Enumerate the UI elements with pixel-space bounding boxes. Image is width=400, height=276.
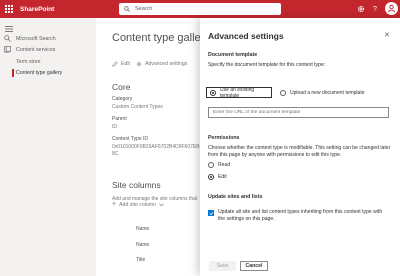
nav-item-label: Content services	[16, 46, 56, 53]
radio-selected-icon	[208, 174, 214, 180]
panel-title: Advanced settings	[208, 31, 284, 41]
radio-selected-icon	[210, 89, 216, 96]
update-sites-checkbox[interactable]	[208, 210, 214, 216]
search-box[interactable]: Search	[119, 3, 281, 15]
upload-template-label: Upload a new document template	[290, 89, 365, 96]
use-existing-template-option[interactable]: Use an existing template	[206, 86, 272, 99]
permissions-heading: Permissions	[208, 135, 240, 141]
settings-gear-icon[interactable]	[355, 3, 367, 15]
app-name[interactable]: SharePoint	[20, 6, 54, 13]
search-icon	[4, 35, 11, 42]
use-existing-template-label: Use an existing template	[220, 86, 255, 99]
help-icon[interactable]: ?	[369, 3, 381, 15]
template-url-input[interactable]	[208, 107, 389, 118]
save-button[interactable]: Save	[209, 261, 236, 271]
user-avatar-icon[interactable]	[385, 2, 398, 15]
search-icon	[124, 6, 130, 12]
radio-unselected-icon	[208, 162, 214, 168]
nav-item-microsoft-search[interactable]: Microsoft Search	[4, 35, 56, 42]
app-launcher-icon[interactable]	[0, 0, 18, 18]
advanced-settings-panel: Advanced settings ✕ Document template Sp…	[200, 18, 400, 276]
nav-sub-content-type-gallery[interactable]: Content type gallery	[16, 70, 62, 76]
panel-overlay	[96, 18, 200, 276]
nav-item-content-services[interactable]: Content services	[4, 46, 55, 53]
document-template-heading: Document template	[208, 52, 258, 58]
active-indicator	[12, 69, 14, 77]
checkmark-icon	[209, 211, 213, 215]
radio-unselected-icon	[280, 89, 286, 96]
close-icon[interactable]: ✕	[384, 31, 390, 39]
hamburger-icon[interactable]	[5, 26, 13, 32]
cancel-button[interactable]: Cancel	[240, 261, 268, 271]
document-template-description: Specify the document template for this c…	[208, 62, 326, 68]
document-stack-icon	[4, 46, 11, 53]
search-placeholder: Search	[135, 6, 153, 12]
suite-header: SharePoint Search ?	[0, 0, 400, 18]
update-sites-label: Update all site and list content types i…	[218, 209, 383, 222]
permission-read-option[interactable]: Read	[208, 162, 230, 168]
upload-template-option[interactable]: Upload a new document template	[277, 87, 365, 98]
nav-sub-term-store[interactable]: Term store	[16, 59, 41, 65]
read-label: Read	[218, 162, 231, 168]
permissions-description-2: from this page by anyone with permission…	[208, 152, 342, 158]
edit-label: Edit	[218, 174, 227, 180]
update-sites-heading: Update sites and lists	[208, 194, 263, 200]
permissions-description-1: Choose whether the content type is modif…	[208, 145, 391, 151]
left-navigation: Microsoft Search Content services Term s…	[0, 18, 96, 276]
nav-item-label: Microsoft Search	[16, 35, 56, 42]
permission-edit-option[interactable]: Edit	[208, 174, 227, 180]
